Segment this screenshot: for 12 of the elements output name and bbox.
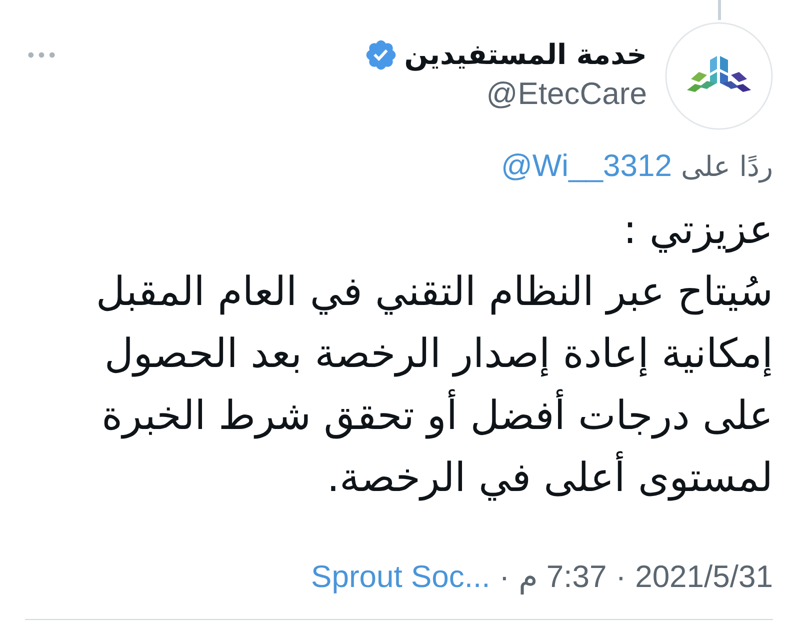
tweet-time: 7:37 م	[518, 559, 607, 595]
tweet-text: عزيزتي : سُيتاح عبر النظام التقني في العام المقبل إمكانية إعادة إصدار الرخصة بعد الحصول على درجات أفضل أو تحقق شرط الخبرة لمستوى أعلى في الرخصة.	[96, 206, 773, 503]
separator-dot: ·	[616, 559, 626, 595]
source-link[interactable]: Sprout Soc...	[311, 559, 490, 595]
account-handle[interactable]: @EtecCare	[486, 75, 647, 113]
logo-avatar[interactable]	[665, 22, 773, 130]
account-name[interactable]: خدمة المستفيدين	[404, 36, 647, 74]
replying-to-label: ردًا على	[681, 149, 773, 185]
separator-dot: ·	[499, 559, 510, 595]
tweet-date: 2021/5/31	[635, 559, 773, 595]
mention-link[interactable]: @Wi__3312	[500, 148, 672, 184]
thread-line	[718, 0, 720, 20]
